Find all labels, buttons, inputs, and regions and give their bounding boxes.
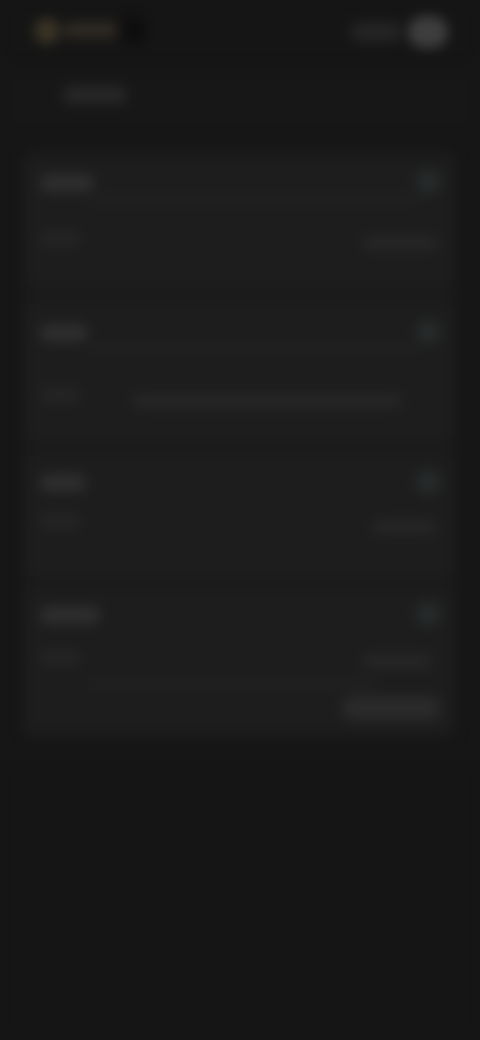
row-value <box>362 236 438 250</box>
row-value <box>132 394 402 408</box>
logo-icon[interactable] <box>34 18 60 44</box>
card-title <box>40 474 86 492</box>
divider <box>92 198 416 202</box>
top-bar <box>0 0 480 64</box>
chevron-icon[interactable] <box>416 320 440 344</box>
card-1[interactable] <box>22 160 456 284</box>
chevron-icon[interactable] <box>416 602 440 626</box>
nav-button[interactable] <box>350 22 402 42</box>
empty-area <box>0 760 480 1040</box>
row-label <box>40 650 80 664</box>
row-label <box>40 514 80 528</box>
row-value <box>362 654 432 668</box>
divider <box>92 346 416 350</box>
logo-badge <box>120 16 146 44</box>
divider <box>92 682 376 686</box>
app-screen <box>0 0 480 1040</box>
card-title <box>40 606 100 624</box>
card-title <box>40 174 94 192</box>
card-3[interactable] <box>22 458 456 574</box>
row-value <box>372 520 436 534</box>
page-title <box>64 86 126 104</box>
app-logo-text[interactable] <box>64 22 118 38</box>
chevron-icon[interactable] <box>416 470 440 494</box>
row-label <box>40 388 80 402</box>
action-button[interactable] <box>342 696 440 720</box>
row-label <box>40 232 80 246</box>
card-title <box>40 324 88 342</box>
avatar-icon[interactable] <box>408 16 448 48</box>
card-2[interactable] <box>22 306 456 438</box>
chevron-icon[interactable] <box>416 170 440 194</box>
card-4[interactable] <box>22 592 456 734</box>
